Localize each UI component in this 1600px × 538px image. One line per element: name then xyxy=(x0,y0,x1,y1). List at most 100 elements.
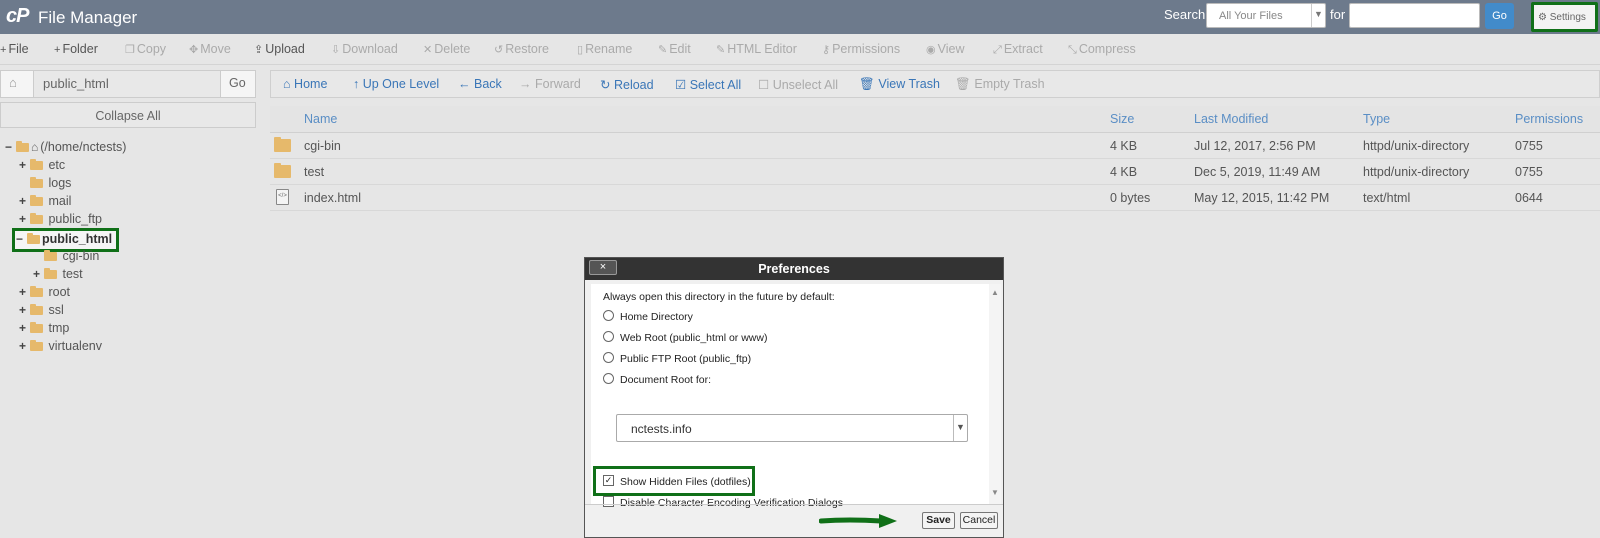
default-dir-intro: Always open this directory in the future… xyxy=(603,291,835,303)
restore-button[interactable]: ↺ Restore xyxy=(494,42,549,56)
compress-button[interactable]: ⤡ Compress xyxy=(1068,42,1136,57)
search-go-button[interactable]: Go xyxy=(1485,3,1514,29)
search-scope-select[interactable]: All Your Files ▼ xyxy=(1206,3,1326,28)
tree-item-public-html[interactable]: − public_html xyxy=(11,228,120,252)
folder-icon xyxy=(274,163,291,178)
expand-toggle[interactable]: + xyxy=(33,267,43,281)
file-size: 4 KB xyxy=(1110,165,1138,179)
select-all-button[interactable]: ☑ Select All xyxy=(675,77,741,92)
tree-item-virtualenv[interactable]: + virtualenv xyxy=(19,339,102,357)
tree-item-home[interactable]: − ⌂ (/home/nctests) xyxy=(5,140,126,158)
delete-button[interactable]: ✕ Delete xyxy=(423,42,470,56)
radio-label: Web Root (public_html or www) xyxy=(620,332,768,344)
table-row[interactable]: test 4 KB Dec 5, 2019, 11:49 AM httpd/un… xyxy=(270,159,1600,185)
folder-icon xyxy=(30,304,43,315)
scroll-up-icon[interactable]: ▲ xyxy=(991,288,999,297)
expand-toggle[interactable]: + xyxy=(19,194,29,208)
expand-toggle[interactable]: + xyxy=(19,303,29,317)
search-input[interactable] xyxy=(1349,3,1480,28)
tree-item-public-ftp[interactable]: + public_ftp xyxy=(19,212,102,230)
arrow-right-icon xyxy=(819,514,897,528)
folder-icon xyxy=(44,268,57,279)
search-scope-value: All Your Files xyxy=(1219,10,1283,22)
upload-icon: ⇪ xyxy=(254,44,264,56)
tree-item-tmp[interactable]: + tmp xyxy=(19,321,69,339)
dialog-footer: Save Cancel xyxy=(585,504,1003,538)
column-last-modified[interactable]: Last Modified xyxy=(1194,112,1268,126)
pencil-icon: ✎ xyxy=(716,44,726,56)
cancel-button[interactable]: Cancel xyxy=(960,512,998,529)
tree-item-root[interactable]: + root xyxy=(19,285,70,303)
settings-button[interactable]: ⚙ Settings xyxy=(1531,2,1598,32)
folder-icon xyxy=(30,159,43,170)
dialog-scrollbar[interactable]: ▲ ▼ xyxy=(989,284,1001,504)
new-file-button[interactable]: + File xyxy=(0,42,29,56)
radio-home-directory[interactable] xyxy=(603,310,614,321)
expand-toggle[interactable]: + xyxy=(19,339,29,353)
home-icon[interactable]: ⌂ xyxy=(9,75,17,90)
path-input[interactable]: public_html xyxy=(33,71,221,97)
gear-icon: ⚙ xyxy=(1538,12,1547,23)
tree-item-mail[interactable]: + mail xyxy=(19,194,71,212)
forward-button[interactable]: → Forward xyxy=(519,77,581,91)
back-button[interactable]: ← Back xyxy=(458,77,502,91)
folder-icon xyxy=(44,250,57,261)
expand-toggle[interactable]: + xyxy=(19,158,29,172)
save-button[interactable]: Save xyxy=(922,512,955,529)
preferences-dialog: Preferences × Always open this directory… xyxy=(584,257,1004,538)
chevron-down-icon: ▼ xyxy=(1311,4,1325,27)
view-trash-button[interactable]: 🗑 View Trash xyxy=(859,77,940,92)
close-icon[interactable]: × xyxy=(589,260,617,275)
view-button[interactable]: ◉ View xyxy=(926,42,964,56)
move-button[interactable]: ✥ Move xyxy=(189,42,231,56)
reload-button[interactable]: ↻ Reload xyxy=(600,77,654,92)
scroll-down-icon[interactable]: ▼ xyxy=(991,488,999,497)
permissions-button[interactable]: ⚷ Permissions xyxy=(822,42,900,56)
edit-button[interactable]: ✎ Edit xyxy=(658,42,691,56)
rename-button[interactable]: ▯ Rename xyxy=(577,42,632,56)
table-row[interactable]: cgi-bin 4 KB Jul 12, 2017, 2:56 PM httpd… xyxy=(270,133,1600,159)
file-modified: May 12, 2015, 11:42 PM xyxy=(1194,191,1330,205)
file-type: httpd/unix-directory xyxy=(1363,139,1470,153)
folder-icon xyxy=(30,340,43,351)
expand-toggle[interactable]: + xyxy=(19,321,29,335)
copy-button[interactable]: ❐ Copy xyxy=(125,42,166,56)
home-icon: ⌂ xyxy=(283,77,291,91)
path-go-button[interactable]: Go xyxy=(229,76,246,90)
folder-icon xyxy=(30,322,43,333)
home-nav-button[interactable]: ⌂ Home xyxy=(283,77,327,91)
column-name[interactable]: Name xyxy=(304,112,337,126)
tree-item-cgi-bin[interactable]: cgi-bin xyxy=(33,249,99,267)
extract-button[interactable]: ⤢ Extract xyxy=(993,42,1043,57)
path-bar: ⌂ public_html Go xyxy=(0,70,256,98)
file-modified: Jul 12, 2017, 2:56 PM xyxy=(1194,139,1316,153)
file-name: index.html xyxy=(304,191,361,205)
table-row[interactable]: </> index.html 0 bytes May 12, 2015, 11:… xyxy=(270,185,1600,211)
radio-public-ftp-root[interactable] xyxy=(603,352,614,363)
unselect-all-button[interactable]: ☐ Unselect All xyxy=(758,77,838,92)
download-button[interactable]: ⇩ Download xyxy=(331,42,398,56)
radio-document-root[interactable] xyxy=(603,373,614,384)
empty-trash-button[interactable]: 🗑 Empty Trash xyxy=(955,77,1045,92)
radio-label: Public FTP Root (public_ftp) xyxy=(620,353,752,365)
column-type[interactable]: Type xyxy=(1363,112,1390,126)
column-permissions[interactable]: Permissions xyxy=(1515,112,1583,126)
document-root-select[interactable]: nctests.info ▼ xyxy=(616,414,968,442)
up-one-level-button[interactable]: ↑ Up One Level xyxy=(353,77,439,91)
collapse-toggle[interactable]: − xyxy=(5,140,15,154)
tree-item-ssl[interactable]: + ssl xyxy=(19,303,64,321)
tree-item-logs[interactable]: logs xyxy=(19,176,71,194)
expand-toggle[interactable]: + xyxy=(19,285,29,299)
show-hidden-files-checkbox[interactable]: ✓ xyxy=(603,475,614,486)
collapse-toggle[interactable]: − xyxy=(16,232,26,246)
tree-item-test[interactable]: + test xyxy=(33,267,83,285)
html-editor-button[interactable]: ✎ HTML Editor xyxy=(716,42,797,56)
column-size[interactable]: Size xyxy=(1110,112,1134,126)
expand-toggle[interactable]: + xyxy=(19,212,29,226)
new-folder-button[interactable]: + Folder xyxy=(54,42,98,56)
eye-icon: ◉ xyxy=(926,44,936,56)
collapse-all-button[interactable]: Collapse All xyxy=(0,102,256,128)
radio-web-root[interactable] xyxy=(603,331,614,342)
tree-item-etc[interactable]: + etc xyxy=(19,158,65,176)
upload-button[interactable]: ⇪ Upload xyxy=(254,42,305,56)
